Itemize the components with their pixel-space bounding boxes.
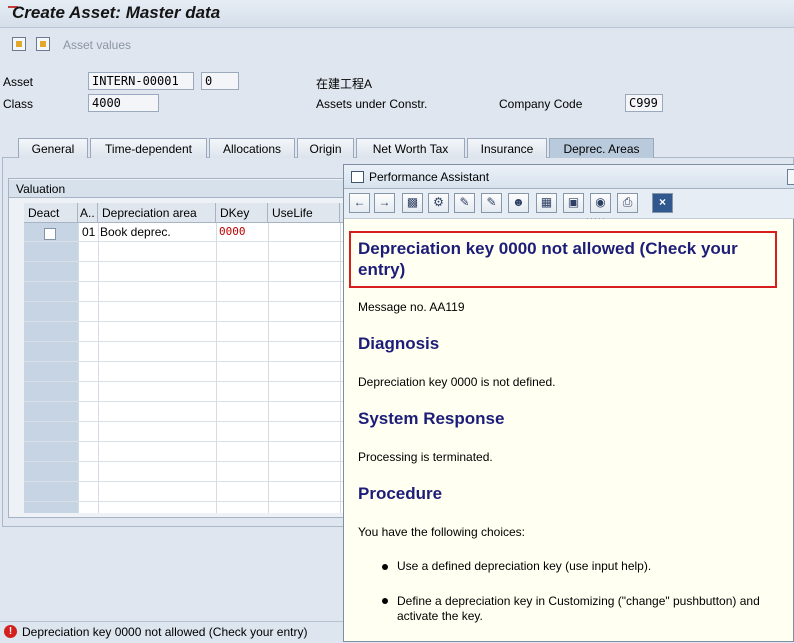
dkey-input[interactable]: 0000 [219, 225, 267, 238]
valuation-table: Deact A.. Depreciation area DKey UseLife… [24, 203, 368, 513]
message-heading: Depreciation key 0000 not allowed (Check… [358, 239, 738, 279]
application-toolbar: Asset values [0, 30, 794, 60]
tab-general[interactable]: General [18, 138, 88, 158]
performance-assistant-toolbar: ← → ▩ ⚙ ✎ ✎ ☻ ▦ ▣ ◉ ⎙ × [344, 189, 794, 219]
message-number: Message no. AA119 [358, 300, 465, 314]
valuation-title: Valuation [9, 180, 368, 198]
table-row [24, 263, 368, 282]
cell-area-no[interactable]: 01 [82, 225, 95, 239]
display-icon[interactable]: ▣ [563, 193, 584, 213]
class-label: Class [3, 97, 34, 111]
close-icon[interactable]: × [652, 193, 673, 213]
performance-assistant-content: Depreciation key 0000 not allowed (Check… [344, 222, 794, 643]
table-row [24, 223, 368, 242]
status-message[interactable]: Depreciation key 0000 not allowed (Check… [22, 625, 307, 639]
diagnosis-heading: Diagnosis [358, 334, 440, 353]
procedure-heading: Procedure [358, 484, 443, 503]
deact-checkbox[interactable] [44, 228, 56, 240]
asset-label: Asset [3, 75, 34, 89]
tab-insurance[interactable]: Insurance [467, 138, 547, 158]
cell-area-name[interactable]: Book deprec. [100, 225, 171, 239]
settings-icon[interactable]: ◉ [590, 193, 611, 213]
company-code-label: Company Code [499, 97, 583, 111]
asset-description: 在建工程A [316, 77, 373, 91]
column-dkey[interactable]: DKey [216, 203, 268, 223]
back-arrow-icon[interactable]: ← [349, 193, 370, 213]
table-row [24, 423, 368, 442]
table-row [24, 443, 368, 462]
table-row [24, 323, 368, 342]
procedure-intro: You have the following choices: [358, 525, 526, 539]
bullet-icon [382, 564, 388, 570]
edit-icon[interactable]: ✎ [454, 193, 475, 213]
table-row [24, 343, 368, 362]
performance-assistant-window: Performance Assistant ← → ▩ ⚙ ✎ ✎ ☻ ▦ ▣ … [343, 164, 794, 642]
tab-time-dependent[interactable]: Time-dependent [90, 138, 207, 158]
column-uselife[interactable]: UseLife [268, 203, 340, 223]
status-bar[interactable]: ! Depreciation key 0000 not allowed (Che… [0, 621, 345, 642]
column-deact[interactable]: Deact [24, 203, 78, 223]
book-icon[interactable]: ▩ [402, 193, 423, 213]
performance-assistant-title-bar[interactable]: Performance Assistant [344, 165, 794, 189]
forward-arrow-icon[interactable]: → [374, 193, 395, 213]
procedure-item: Define a depreciation key in Customizing… [397, 594, 760, 623]
document-icon[interactable] [36, 37, 50, 51]
table-row [24, 383, 368, 402]
system-response-heading: System Response [358, 409, 505, 428]
table-row [24, 303, 368, 322]
class-field[interactable]: 4000 [88, 94, 159, 112]
tab-deprec-areas[interactable]: Deprec. Areas [549, 138, 654, 158]
highlight-icon[interactable]: ✎ [481, 193, 502, 213]
column-area-no[interactable]: A.. [78, 203, 98, 223]
error-icon: ! [4, 625, 17, 638]
page-title: Create Asset: Master data [12, 3, 221, 22]
table-row [24, 363, 368, 382]
tab-net-worth-tax[interactable]: Net Worth Tax [356, 138, 465, 158]
window-icon [351, 171, 364, 183]
system-response-text: Processing is terminated. [358, 450, 493, 464]
procedure-item: Use a defined depreciation key (use inpu… [397, 559, 652, 573]
create-icon[interactable] [12, 37, 26, 51]
tab-origin[interactable]: Origin [297, 138, 354, 158]
minimize-button[interactable] [787, 169, 794, 185]
diagnosis-text: Depreciation key 0000 is not defined. [358, 375, 556, 389]
company-code-field[interactable]: C999 [625, 94, 663, 112]
technical-info-icon[interactable]: ⚙ [428, 193, 449, 213]
performance-assistant-title: Performance Assistant [369, 170, 490, 184]
table-row [24, 463, 368, 482]
column-depreciation-area[interactable]: Depreciation area [98, 203, 216, 223]
bullet-icon [382, 598, 388, 604]
table-row [24, 243, 368, 262]
asset-subnumber-field[interactable]: 0 [201, 72, 239, 90]
table-icon[interactable]: ▦ [536, 193, 557, 213]
table-row [24, 483, 368, 502]
asset-values-button[interactable]: Asset values [63, 38, 131, 52]
window-title-bar: Create Asset: Master data [0, 0, 794, 28]
table-row [24, 283, 368, 302]
people-icon[interactable]: ☻ [508, 193, 529, 213]
table-row [24, 403, 368, 422]
print-icon[interactable]: ⎙ [617, 193, 638, 213]
class-description: Assets under Constr. [316, 97, 428, 111]
asset-number-field[interactable]: INTERN-00001 [88, 72, 194, 90]
tab-allocations[interactable]: Allocations [209, 138, 295, 158]
